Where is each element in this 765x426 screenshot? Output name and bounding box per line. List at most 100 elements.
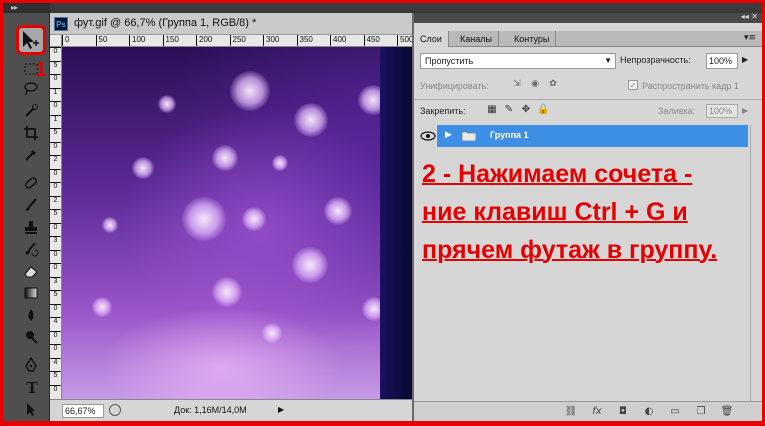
- document-tab[interactable]: Ps фут.gif @ 66,7% (Группа 1, RGB/8) *: [50, 13, 415, 35]
- ruler-tick-label: 0: [50, 47, 61, 56]
- lasso-tool-icon[interactable]: [23, 81, 41, 99]
- ruler-tick-label: 0: [50, 263, 61, 272]
- dodge-tool-icon[interactable]: [23, 329, 41, 347]
- vertical-ruler[interactable]: 0 5 0 1 0 1 5 0 2 0 0 2 5 0 3 0 0 3 5 0 4 0 0 4 5 0: [50, 47, 62, 399]
- visibility-eye-icon[interactable]: [418, 125, 438, 147]
- screenshot-frame: ▸▸ 1 T Ps фут.gif @ 66,7% (Группа 1, RGB…: [3, 3, 762, 421]
- ruler-tick-label: 200: [196, 35, 212, 46]
- ruler-origin[interactable]: [50, 35, 62, 47]
- trash-icon[interactable]: 🗑: [720, 405, 734, 419]
- layers-panel-footer: ⛓ fx ◘ ◐ ▭ ❐ 🗑: [414, 401, 762, 421]
- ruler-tick-label: 350: [296, 35, 313, 46]
- ruler-tick-label: 300: [263, 35, 279, 46]
- zoom-field[interactable]: 66,67%: [62, 404, 104, 418]
- ruler-tick-label: 450: [363, 35, 380, 46]
- bokeh-light: [242, 207, 266, 231]
- ruler-tick-label: 4: [50, 357, 61, 367]
- propagate-frame-checkbox[interactable]: ✓: [628, 80, 638, 90]
- layer-name[interactable]: Группа 1: [490, 130, 529, 140]
- ruler-tick-label: 2: [50, 155, 61, 164]
- dropdown-arrow-icon: ▼: [604, 56, 612, 65]
- ruler-tick-label: 0: [50, 303, 61, 313]
- group-expand-arrow-icon[interactable]: ▶: [445, 130, 452, 140]
- unify-label: Унифицировать:: [420, 81, 489, 91]
- ruler-tick-label: 0: [50, 182, 61, 191]
- tab-channels[interactable]: Каналы: [454, 31, 499, 47]
- bokeh-light: [292, 247, 328, 283]
- fx-icon[interactable]: fx: [590, 405, 604, 419]
- marquee-tool-icon[interactable]: [23, 61, 41, 79]
- panel-tabs: Слои Каналы Контуры: [414, 31, 762, 47]
- blur-tool-icon[interactable]: [23, 307, 41, 325]
- panel-window-controls[interactable]: ◂◂ ✕: [741, 12, 758, 21]
- blend-mode-select[interactable]: Пропустить ▼: [420, 53, 616, 69]
- lock-position-icon[interactable]: ✥: [520, 104, 532, 116]
- eyedropper-tool-icon[interactable]: [23, 147, 41, 165]
- bokeh-light: [272, 155, 288, 171]
- ruler-tick-label: 5: [50, 290, 61, 299]
- fill-field[interactable]: 100%: [706, 104, 738, 118]
- tab-paths[interactable]: Контуры: [508, 31, 557, 47]
- move-tool-icon[interactable]: [16, 25, 46, 55]
- lock-transparency-icon[interactable]: ▦: [486, 104, 498, 116]
- ruler-tick-label: 150: [162, 35, 179, 46]
- new-layer-icon[interactable]: ❐: [694, 405, 708, 419]
- ruler-tick-label: 4: [50, 317, 61, 326]
- panel-menu-icon[interactable]: ▾≡: [744, 33, 756, 43]
- gradient-tool-icon[interactable]: [23, 285, 41, 303]
- quick-selection-tool-icon[interactable]: [23, 103, 41, 121]
- new-group-icon[interactable]: ▭: [668, 405, 682, 419]
- grip-arrows: ▸▸: [11, 3, 18, 12]
- ruler-tick-label: 0: [50, 141, 61, 151]
- history-brush-tool-icon[interactable]: [23, 241, 41, 259]
- opacity-arrow-icon[interactable]: ▶: [742, 55, 748, 64]
- crop-tool-icon[interactable]: [23, 125, 41, 143]
- opacity-label: Непрозрачность:: [620, 55, 691, 65]
- panel-title-bar[interactable]: ◂◂ ✕: [414, 12, 762, 23]
- status-info-icon[interactable]: [109, 404, 121, 416]
- ruler-tick-label: 1: [50, 87, 61, 97]
- ruler-tick-label: 250: [229, 35, 246, 46]
- layer-row-group-1[interactable]: ▶ Группа 1: [418, 125, 748, 147]
- instruction-line: прячем футаж в группу.: [422, 236, 718, 264]
- clone-stamp-tool-icon[interactable]: [23, 219, 41, 237]
- adjustment-layer-icon[interactable]: ◐: [642, 405, 656, 419]
- unify-visibility-icon[interactable]: ◉: [528, 79, 542, 91]
- healing-brush-tool-icon[interactable]: [23, 175, 41, 193]
- bokeh-light: [182, 197, 226, 241]
- add-mask-icon[interactable]: ◘: [616, 405, 630, 419]
- image-canvas[interactable]: [62, 47, 415, 399]
- unify-position-icon[interactable]: ⇲: [510, 79, 524, 91]
- lock-label: Закрепить:: [420, 106, 466, 116]
- brush-tool-icon[interactable]: [23, 197, 41, 215]
- ruler-tick-label: 1: [50, 114, 61, 124]
- folder-icon: [462, 131, 476, 141]
- ruler-tick-label: 0: [50, 249, 61, 259]
- tools-grip[interactable]: ▸▸: [3, 3, 50, 13]
- document-window: Ps фут.gif @ 66,7% (Группа 1, RGB/8) * 0…: [50, 13, 415, 421]
- lock-all-icon[interactable]: 🔒: [537, 104, 549, 116]
- path-selection-tool-icon[interactable]: [23, 401, 41, 419]
- propagate-frame-label: Распространить кадр 1: [642, 81, 739, 91]
- eraser-tool-icon[interactable]: [23, 263, 41, 281]
- opacity-field[interactable]: 100%: [706, 53, 738, 69]
- bokeh-light: [132, 157, 154, 179]
- ruler-tick-label: 2: [50, 195, 61, 205]
- layers-scrollbar[interactable]: [750, 125, 762, 401]
- unify-style-icon[interactable]: ✿: [546, 79, 560, 91]
- tab-layers[interactable]: Слои: [414, 31, 449, 47]
- ruler-tick-label: 50: [95, 35, 107, 46]
- ruler-tick-label: 5: [50, 371, 61, 380]
- fill-arrow-icon[interactable]: ▶: [742, 106, 748, 115]
- status-menu-arrow-icon[interactable]: ▶: [278, 405, 284, 414]
- link-layers-icon[interactable]: ⛓: [564, 405, 578, 419]
- pen-tool-icon[interactable]: [23, 357, 41, 375]
- type-tool-icon[interactable]: T: [23, 379, 41, 397]
- ruler-tick-label: 3: [50, 236, 61, 245]
- bokeh-light: [294, 103, 328, 137]
- horizontal-ruler[interactable]: 0 50 100 150 200 250 300 350 400 450 500: [62, 35, 415, 47]
- ruler-tick-label: 3: [50, 276, 61, 286]
- layers-panel: ◂◂ ✕ Слои Каналы Контуры ▾≡ Пропустить ▼…: [412, 12, 762, 421]
- document-status-bar: 66,67% Док: 1,16M/14,0M ▶: [50, 399, 415, 421]
- lock-pixels-icon[interactable]: ✎: [503, 104, 515, 116]
